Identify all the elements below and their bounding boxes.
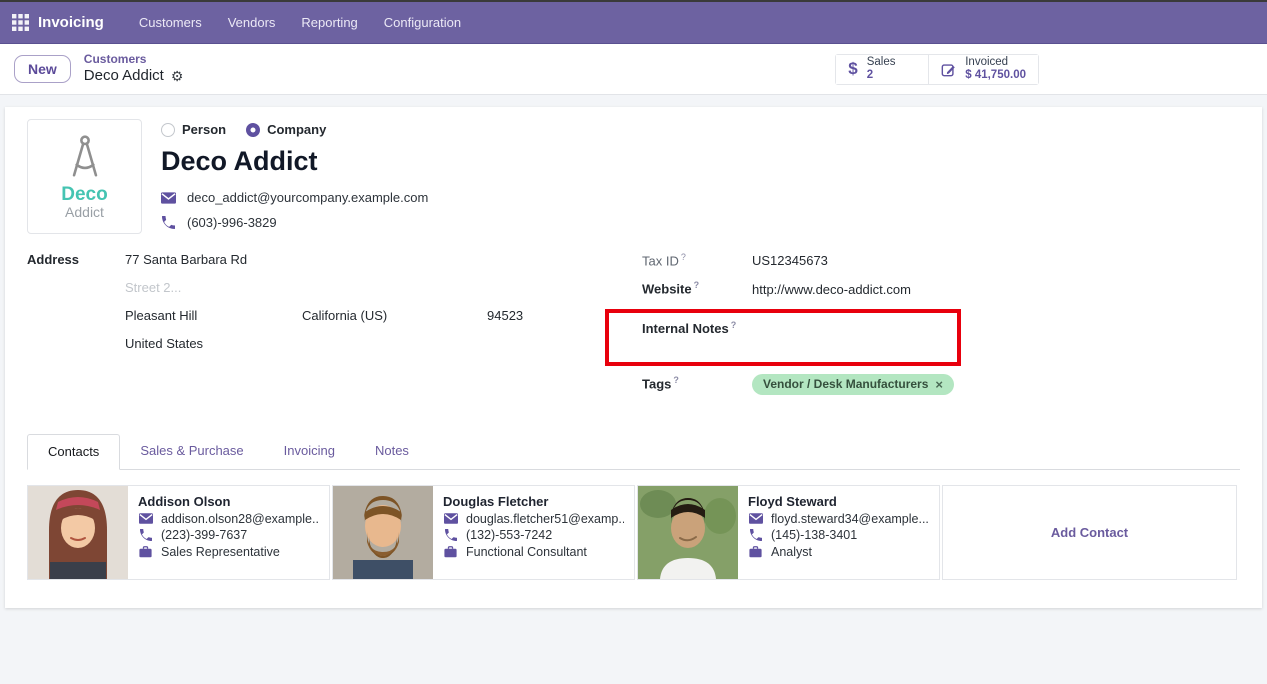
- contact-email[interactable]: addison.olson28@example....: [161, 512, 319, 526]
- contact-name: Addison Olson: [138, 494, 319, 509]
- contact-job: Sales Representative: [161, 545, 280, 559]
- help-icon: ?: [694, 280, 700, 290]
- sales-stat-button[interactable]: $ Sales 2: [836, 55, 928, 84]
- contacts-list: Addison Olson addison.olson28@example...…: [27, 470, 1240, 580]
- address-zip[interactable]: 94523: [487, 308, 605, 323]
- partner-name[interactable]: Deco Addict: [161, 146, 428, 177]
- website-value[interactable]: http://www.deco-addict.com: [752, 282, 911, 297]
- phone-icon: [138, 529, 153, 541]
- phone-icon: [748, 529, 763, 541]
- app-name[interactable]: Invoicing: [38, 14, 104, 31]
- control-panel: New Customers Deco Addict ⚙ $ Sales 2 In…: [0, 44, 1267, 95]
- tax-id-label: Tax ID?: [642, 252, 752, 268]
- contact-card[interactable]: Floyd Steward floyd.steward34@example...…: [637, 485, 940, 580]
- company-logo[interactable]: Deco Addict: [27, 119, 142, 234]
- compass-icon: [59, 133, 111, 181]
- logo-text-addict: Addict: [65, 204, 104, 221]
- phone-icon: [443, 529, 458, 541]
- internal-notes-label: Internal Notes?: [642, 321, 736, 336]
- edit-pencil-icon: [941, 61, 956, 78]
- briefcase-icon: [748, 546, 763, 558]
- radio-person-label: Person: [182, 122, 226, 137]
- help-icon: ?: [681, 252, 686, 262]
- new-button[interactable]: New: [14, 55, 71, 83]
- breadcrumb-parent-link[interactable]: Customers: [84, 53, 184, 67]
- breadcrumb: Customers Deco Addict ⚙: [84, 53, 184, 84]
- add-contact-button[interactable]: Add Contact: [942, 485, 1237, 580]
- notebook-tabs: Contacts Sales & Purchase Invoicing Note…: [27, 434, 1240, 470]
- tab-notes[interactable]: Notes: [355, 434, 429, 469]
- invoiced-stat-value: $ 41,750.00: [965, 69, 1026, 82]
- sales-stat-label: Sales: [867, 56, 896, 69]
- logo-text-deco: Deco: [61, 185, 107, 204]
- radio-company-circle[interactable]: [246, 123, 260, 137]
- tax-id-value[interactable]: US12345673: [752, 253, 828, 268]
- contact-job: Functional Consultant: [466, 545, 587, 559]
- radio-company[interactable]: Company: [246, 122, 326, 137]
- apps-grid-icon[interactable]: [12, 14, 29, 31]
- radio-person[interactable]: Person: [161, 122, 226, 137]
- address-street[interactable]: 77 Santa Barbara Rd: [125, 252, 605, 267]
- envelope-icon: [161, 192, 176, 204]
- contact-card[interactable]: Douglas Fletcher douglas.fletcher51@exam…: [332, 485, 635, 580]
- tags-label: Tags?: [642, 375, 752, 391]
- tab-contacts[interactable]: Contacts: [27, 434, 120, 470]
- partner-email[interactable]: deco_addict@yourcompany.example.com: [187, 190, 428, 205]
- tab-invoicing[interactable]: Invoicing: [264, 434, 355, 469]
- contact-email[interactable]: floyd.steward34@example....: [771, 512, 929, 526]
- company-type-selector: Person Company: [161, 119, 428, 137]
- contact-phone[interactable]: (132)-553-7242: [466, 528, 552, 542]
- contact-job: Analyst: [771, 545, 812, 559]
- briefcase-icon: [443, 546, 458, 558]
- nav-menu-customers[interactable]: Customers: [126, 9, 215, 36]
- sales-stat-value: 2: [867, 69, 896, 82]
- top-navbar: Invoicing Customers Vendors Reporting Co…: [0, 0, 1267, 44]
- partner-phone[interactable]: (603)-996-3829: [187, 215, 277, 230]
- envelope-icon: [443, 513, 458, 524]
- partner-form-sheet: Deco Addict Person Company Deco Addict: [5, 107, 1262, 608]
- contact-name: Douglas Fletcher: [443, 494, 624, 509]
- tag-remove-icon[interactable]: ×: [935, 377, 943, 392]
- phone-icon: [161, 216, 176, 229]
- contact-phone[interactable]: (223)-399-7637: [161, 528, 247, 542]
- help-icon: ?: [731, 320, 737, 330]
- address-street2-input[interactable]: Street 2...: [125, 280, 605, 295]
- nav-menu-configuration[interactable]: Configuration: [371, 9, 474, 36]
- address-city[interactable]: Pleasant Hill: [125, 308, 302, 323]
- tab-sales-purchase[interactable]: Sales & Purchase: [120, 434, 263, 469]
- radio-company-label: Company: [267, 122, 326, 137]
- address-state[interactable]: California (US): [302, 308, 487, 323]
- radio-person-circle[interactable]: [161, 123, 175, 137]
- sheet-background: Deco Addict Person Company Deco Addict: [0, 95, 1267, 608]
- stat-buttons: $ Sales 2 Invoiced $ 41,750.00: [835, 54, 1039, 85]
- address-label: Address: [27, 252, 125, 267]
- tag-vendor-desk-manufacturers[interactable]: Vendor / Desk Manufacturers ×: [752, 374, 954, 395]
- breadcrumb-current: Deco Addict: [84, 67, 164, 84]
- address-country[interactable]: United States: [125, 336, 605, 351]
- invoiced-stat-label: Invoiced: [965, 56, 1026, 69]
- gear-icon[interactable]: ⚙: [171, 68, 184, 84]
- contact-email[interactable]: douglas.fletcher51@examp...: [466, 512, 624, 526]
- help-icon: ?: [673, 375, 679, 385]
- contact-photo: [333, 486, 433, 579]
- contact-photo: [638, 486, 738, 579]
- envelope-icon: [138, 513, 153, 524]
- nav-menu-vendors[interactable]: Vendors: [215, 9, 289, 36]
- contact-card[interactable]: Addison Olson addison.olson28@example...…: [27, 485, 330, 580]
- details-section: Tax ID? US12345673 Website? http://www.d…: [605, 252, 961, 407]
- contact-phone[interactable]: (145)-138-3401: [771, 528, 857, 542]
- contact-name: Floyd Steward: [748, 494, 929, 509]
- nav-menu-reporting[interactable]: Reporting: [288, 9, 370, 36]
- contact-photo: [28, 486, 128, 579]
- annotation-highlight-box: Internal Notes?: [605, 309, 961, 366]
- address-section: Address 77 Santa Barbara Rd Street 2... …: [27, 252, 605, 407]
- dollar-icon: $: [848, 59, 857, 79]
- briefcase-icon: [138, 546, 153, 558]
- website-label: Website?: [642, 280, 752, 296]
- invoiced-stat-button[interactable]: Invoiced $ 41,750.00: [928, 55, 1038, 84]
- envelope-icon: [748, 513, 763, 524]
